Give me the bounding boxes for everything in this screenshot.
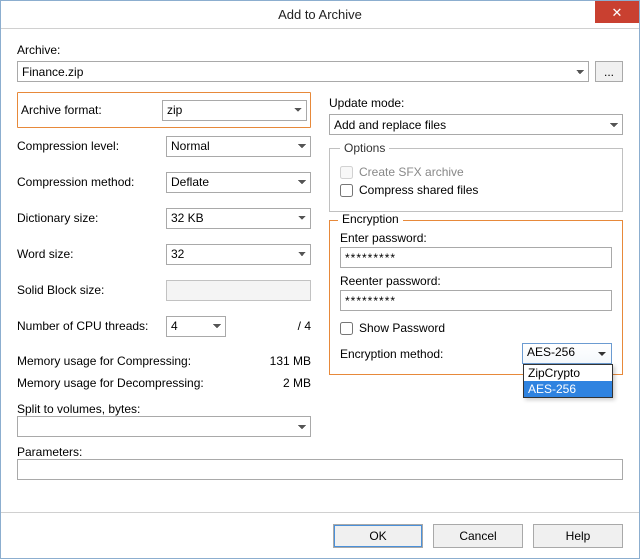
- compress-shared-label: Compress shared files: [359, 183, 478, 197]
- word-size-select[interactable]: 32: [166, 244, 311, 265]
- cancel-button[interactable]: Cancel: [433, 524, 523, 548]
- encryption-method-label: Encryption method:: [340, 347, 514, 361]
- window-title: Add to Archive: [1, 7, 639, 22]
- archive-format-select[interactable]: zip: [162, 100, 307, 121]
- archive-format-row: Archive format: zip: [17, 92, 311, 128]
- compression-method-select[interactable]: Deflate: [166, 172, 311, 193]
- encryption-legend: Encryption: [338, 212, 403, 226]
- right-column: Update mode: Add and replace files Optio…: [329, 92, 623, 437]
- encryption-method-value: AES-256: [527, 345, 575, 359]
- dictionary-size-select[interactable]: 32 KB: [166, 208, 311, 229]
- mem-decompress-label: Memory usage for Decompressing:: [17, 376, 204, 390]
- create-sfx-checkbox: [340, 166, 353, 179]
- show-password-checkbox[interactable]: [340, 322, 353, 335]
- update-mode-select[interactable]: Add and replace files: [329, 114, 623, 135]
- archive-format-label: Archive format:: [21, 103, 162, 117]
- cpu-threads-total: / 4: [232, 319, 311, 333]
- compress-shared-checkbox[interactable]: [340, 184, 353, 197]
- options-legend: Options: [340, 141, 389, 155]
- encryption-option-zipcrypto[interactable]: ZipCrypto: [524, 365, 612, 381]
- solid-block-size-select: [166, 280, 311, 301]
- encryption-method-select[interactable]: AES-256 ZipCrypto AES-256: [522, 343, 612, 364]
- show-password-label: Show Password: [359, 321, 445, 335]
- split-volumes-select[interactable]: [17, 416, 311, 437]
- encryption-method-dropdown[interactable]: ZipCrypto AES-256: [523, 364, 613, 398]
- dialog-content: Archive: Finance.zip ... Archive format:…: [1, 29, 639, 512]
- mem-compress-label: Memory usage for Compressing:: [17, 354, 191, 368]
- browse-label: ...: [604, 65, 614, 79]
- cpu-threads-label: Number of CPU threads:: [17, 319, 166, 333]
- left-column: Archive format: zip Compression level: N…: [17, 92, 311, 437]
- cpu-threads-select[interactable]: 4: [166, 316, 226, 337]
- enter-password-label: Enter password:: [340, 231, 612, 245]
- reenter-password-input[interactable]: [340, 290, 612, 311]
- compression-level-select[interactable]: Normal: [166, 136, 311, 157]
- enter-password-input[interactable]: [340, 247, 612, 268]
- close-button[interactable]: ✕: [595, 1, 639, 23]
- archive-path-field[interactable]: Finance.zip: [17, 61, 589, 82]
- parameters-label: Parameters:: [17, 445, 623, 459]
- reenter-password-label: Reenter password:: [340, 274, 612, 288]
- archive-label: Archive:: [17, 43, 623, 57]
- dictionary-size-label: Dictionary size:: [17, 211, 166, 225]
- word-size-label: Word size:: [17, 247, 166, 261]
- ok-button[interactable]: OK: [333, 524, 423, 548]
- create-sfx-label: Create SFX archive: [359, 165, 464, 179]
- encryption-group: Encryption Enter password: Reenter passw…: [329, 220, 623, 375]
- parameters-input[interactable]: [17, 459, 623, 480]
- button-bar: OK Cancel Help: [1, 512, 639, 558]
- compression-level-label: Compression level:: [17, 139, 166, 153]
- encryption-option-aes256[interactable]: AES-256: [524, 381, 612, 397]
- options-group: Options Create SFX archive Compress shar…: [329, 141, 623, 212]
- compression-method-label: Compression method:: [17, 175, 166, 189]
- close-icon: ✕: [612, 6, 623, 19]
- update-mode-label: Update mode:: [329, 96, 623, 110]
- browse-button[interactable]: ...: [595, 61, 623, 82]
- split-volumes-label: Split to volumes, bytes:: [17, 402, 311, 416]
- mem-compress-value: 131 MB: [270, 354, 311, 368]
- mem-decompress-value: 2 MB: [283, 376, 311, 390]
- help-button[interactable]: Help: [533, 524, 623, 548]
- titlebar: Add to Archive ✕: [1, 1, 639, 29]
- add-to-archive-dialog: Add to Archive ✕ Archive: Finance.zip ..…: [0, 0, 640, 559]
- solid-block-size-label: Solid Block size:: [17, 283, 166, 297]
